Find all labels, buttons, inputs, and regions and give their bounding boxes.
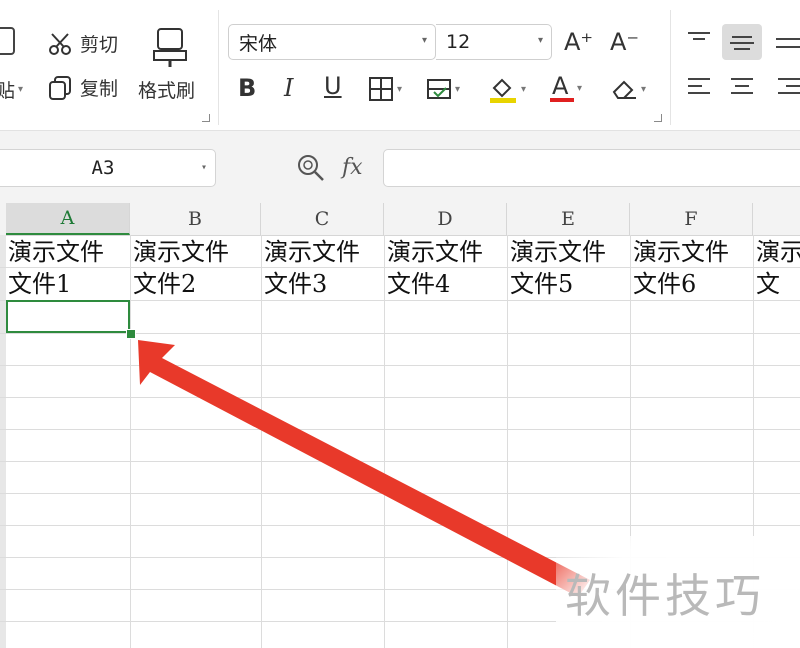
- copy-button[interactable]: 复制: [48, 74, 118, 101]
- row-gridline: [0, 267, 800, 268]
- clipboard-group-launcher-icon[interactable]: [202, 114, 210, 122]
- fill-color-button[interactable]: ▾: [488, 74, 526, 104]
- column-header-b[interactable]: B: [130, 203, 261, 235]
- paste-button[interactable]: [0, 20, 18, 60]
- borders-button[interactable]: ▾: [368, 76, 402, 102]
- col-gridline: [261, 235, 262, 648]
- format-painter-button[interactable]: [150, 26, 190, 68]
- column-header-e[interactable]: E: [507, 203, 630, 235]
- format-painter-label-wrap[interactable]: 格式刷: [138, 76, 195, 103]
- ribbon-separator: [218, 10, 219, 125]
- column-header-g[interactable]: [753, 203, 800, 235]
- align-top-button[interactable]: [688, 32, 712, 52]
- align-bottom-button[interactable]: [776, 34, 800, 54]
- shrink-font-button[interactable]: A⁻: [610, 30, 639, 54]
- name-box-dropdown-icon: ▾: [200, 162, 207, 173]
- align-center-button[interactable]: [730, 78, 754, 98]
- formula-input[interactable]: [383, 149, 800, 187]
- name-box[interactable]: A3 ▾: [0, 149, 216, 187]
- bold-button[interactable]: B: [238, 76, 256, 100]
- formula-bar: A3 ▾ fx: [0, 131, 800, 203]
- column-header-c[interactable]: C: [261, 203, 384, 235]
- font-color-dropdown-icon: ▾: [577, 82, 583, 94]
- paste-dropdown-icon: ▾: [18, 84, 24, 95]
- scissors-icon: [49, 32, 71, 55]
- cell-d2[interactable]: 文件4: [387, 269, 507, 299]
- cell-style-icon: [427, 79, 451, 99]
- font-name-select[interactable]: 宋体 ▾: [228, 24, 436, 60]
- cell-d1[interactable]: 演示文件: [387, 237, 507, 267]
- cell-a1[interactable]: 演示文件: [8, 237, 130, 267]
- font-size-dropdown-icon: ▾: [537, 35, 543, 46]
- cut-label: 剪切: [80, 34, 119, 56]
- name-box-value: A3: [91, 157, 115, 179]
- cell-a2[interactable]: 文件1: [8, 269, 130, 299]
- align-middle-button[interactable]: [730, 34, 754, 54]
- font-size-value: 12: [446, 31, 471, 53]
- row-gridline: [0, 525, 800, 526]
- row-gridline: [0, 493, 800, 494]
- font-name-dropdown-icon: ▾: [421, 35, 427, 46]
- paste-label: 贴: [0, 80, 16, 102]
- format-painter-icon: [153, 28, 187, 67]
- column-header-a[interactable]: A: [6, 203, 130, 235]
- row-gridline: [0, 397, 800, 398]
- col-gridline: [384, 235, 385, 648]
- cell-g2[interactable]: 文: [756, 269, 800, 299]
- font-color-swatch: [550, 98, 574, 102]
- grow-font-button[interactable]: A⁺: [564, 30, 593, 54]
- copy-icon: [49, 75, 71, 100]
- italic-button[interactable]: I: [284, 76, 293, 100]
- paste-icon: [0, 27, 15, 55]
- fill-handle[interactable]: [126, 329, 136, 339]
- font-group-launcher-icon[interactable]: [654, 114, 662, 122]
- cell-b2[interactable]: 文件2: [133, 269, 261, 299]
- underline-button[interactable]: U: [324, 74, 342, 98]
- borders-icon: [369, 77, 393, 101]
- cell-style-button[interactable]: ▾: [426, 76, 460, 102]
- active-cell-a3[interactable]: [6, 300, 130, 333]
- col-gridline: [507, 235, 508, 648]
- cell-b1[interactable]: 演示文件: [133, 237, 261, 267]
- column-header-f[interactable]: F: [630, 203, 753, 235]
- cell-f2[interactable]: 文件6: [633, 269, 753, 299]
- font-size-select[interactable]: 12 ▾: [436, 24, 552, 60]
- cut-button[interactable]: 剪切: [48, 30, 118, 57]
- cell-c2[interactable]: 文件3: [264, 269, 384, 299]
- cell-g1[interactable]: 演示: [756, 237, 800, 267]
- cell-e2[interactable]: 文件5: [510, 269, 630, 299]
- column-headers: A B C D E F: [0, 203, 800, 236]
- col-gridline: [130, 235, 131, 648]
- eraser-icon: [612, 80, 636, 99]
- row-gridline: [0, 429, 800, 430]
- clear-format-dropdown-icon: ▾: [641, 83, 647, 95]
- borders-dropdown-icon: ▾: [397, 83, 403, 95]
- row-gridline: [0, 461, 800, 462]
- format-painter-label: 格式刷: [138, 80, 196, 102]
- ribbon-separator: [670, 10, 671, 125]
- align-right-button[interactable]: [776, 78, 800, 98]
- font-color-glyph: A: [552, 72, 569, 100]
- font-color-button[interactable]: A ▾: [550, 72, 582, 104]
- cell-f1[interactable]: 演示文件: [633, 237, 753, 267]
- zoom-search-icon[interactable]: [296, 153, 326, 183]
- paste-label-group[interactable]: 贴 ▾: [0, 76, 23, 103]
- align-left-button[interactable]: [688, 78, 712, 98]
- column-header-d[interactable]: D: [384, 203, 507, 235]
- cell-c1[interactable]: 演示文件: [264, 237, 384, 267]
- fill-color-dropdown-icon: ▾: [521, 83, 527, 95]
- font-name-value: 宋体: [239, 32, 278, 55]
- paint-bucket-icon: [490, 78, 516, 103]
- watermark-text: 软件技巧: [565, 569, 765, 623]
- row-header-strip[interactable]: [0, 235, 6, 648]
- cell-style-dropdown-icon: ▾: [455, 83, 461, 95]
- insert-function-button[interactable]: fx: [342, 155, 363, 180]
- clear-format-button[interactable]: ▾: [610, 76, 646, 102]
- row-gridline: [0, 365, 800, 366]
- cell-e1[interactable]: 演示文件: [510, 237, 630, 267]
- ribbon-toolbar: 贴 ▾ 剪切 复制 格式刷 宋体 ▾ 12 ▾ A⁺ A⁻ B I U ▾ ▾ …: [0, 0, 800, 131]
- copy-label: 复制: [80, 78, 119, 100]
- row-gridline: [0, 333, 800, 334]
